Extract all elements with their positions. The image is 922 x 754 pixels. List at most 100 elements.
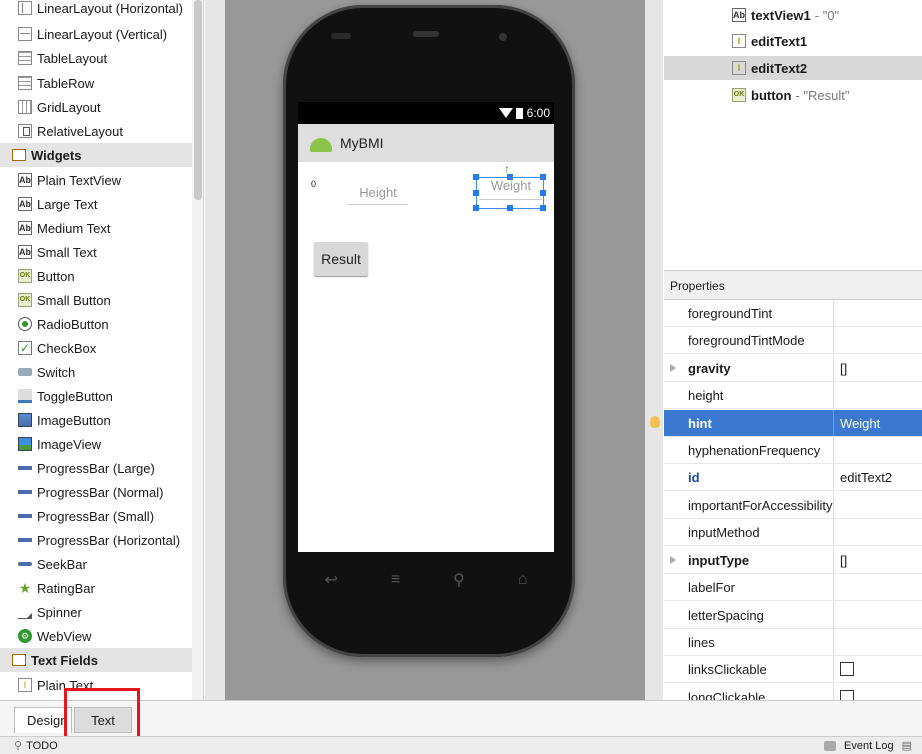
seek-bar-icon: [18, 562, 32, 566]
sensor-icon: [331, 33, 351, 39]
palette-scrollbar[interactable]: [192, 0, 204, 700]
image-view-icon: [18, 437, 32, 451]
textview-icon: Ab: [18, 197, 32, 211]
property-row[interactable]: inputMethod: [664, 519, 922, 546]
palette-item-progress-horizontal[interactable]: ProgressBar (Horizontal): [0, 528, 192, 552]
palette-item-table-layout[interactable]: TableLayout: [0, 46, 192, 70]
palette-item-webview[interactable]: ⚙ WebView: [0, 624, 192, 648]
tab-design[interactable]: Design: [14, 707, 72, 733]
button-icon: OK: [18, 269, 32, 283]
property-row-input-type[interactable]: inputType[]: [664, 547, 922, 574]
table-layout-icon: [18, 51, 32, 65]
switch-icon: [18, 368, 32, 376]
radio-button-icon: [18, 317, 32, 331]
palette-panel: LinearLayout (Horizontal) LinearLayout (…: [0, 0, 192, 700]
relative-layout-icon: [18, 124, 32, 138]
palette-item-plain-textview[interactable]: Ab Plain TextView: [0, 168, 192, 192]
palette-item-progress-large[interactable]: ProgressBar (Large): [0, 456, 192, 480]
battery-icon: [515, 107, 523, 119]
palette-item-toggle-button[interactable]: ToggleButton: [0, 384, 192, 408]
palette-item-progress-normal[interactable]: ProgressBar (Normal): [0, 480, 192, 504]
device-time: 6:00: [526, 106, 550, 120]
selection-box[interactable]: [473, 174, 546, 211]
property-row-id[interactable]: id editText2: [664, 464, 922, 491]
expand-arrow-icon[interactable]: [670, 364, 676, 372]
table-row-icon: [18, 76, 32, 90]
expand-arrow-icon[interactable]: [670, 556, 676, 564]
links-clickable-checkbox[interactable]: [840, 662, 854, 676]
textview-icon: Ab: [18, 221, 32, 235]
palette-item-medium-text[interactable]: Ab Medium Text: [0, 216, 192, 240]
rating-bar-icon: ★: [18, 580, 32, 596]
tree-item-edittext2[interactable]: IeditText2: [664, 56, 922, 80]
property-row[interactable]: hyphenationFrequency: [664, 437, 922, 464]
palette-item-spinner[interactable]: Spinner: [0, 600, 192, 624]
resize-handle[interactable]: [473, 190, 479, 196]
todo-label[interactable]: TODO: [26, 740, 58, 752]
resize-handle[interactable]: [540, 205, 546, 211]
palette-item-radio-button[interactable]: RadioButton: [0, 312, 192, 336]
palette-item-plain-text[interactable]: I Plain Text: [0, 673, 192, 697]
device-nav-bar: ↩ ≡ ⚲ ⌂: [298, 565, 554, 595]
editor-tabs: Design Text: [0, 700, 922, 736]
textview1-preview[interactable]: 0: [311, 179, 316, 189]
tree-item-edittext1[interactable]: IeditText1: [732, 29, 922, 53]
status-bar: ⚲ TODO Event Log ▤: [0, 736, 922, 754]
palette-item-rating-bar[interactable]: ★ RatingBar: [0, 576, 192, 600]
palette-item-linear-vertical[interactable]: LinearLayout (Vertical): [0, 22, 192, 46]
resize-handle[interactable]: [473, 205, 479, 211]
image-button-icon: [18, 413, 32, 427]
property-row[interactable]: labelFor: [664, 574, 922, 601]
palette-item-image-button[interactable]: ImageButton: [0, 408, 192, 432]
device-screen: 6:00 MyBMI 0 Height Weight ↑ Result: [298, 102, 554, 552]
progress-bar-icon: [18, 466, 32, 470]
palette-item-button[interactable]: OK Button: [0, 264, 192, 288]
tab-text[interactable]: Text: [74, 707, 132, 733]
device-status-bar: 6:00: [298, 102, 554, 124]
edittext1-preview[interactable]: Height: [348, 185, 408, 205]
palette-item-seek-bar[interactable]: SeekBar: [0, 552, 192, 576]
event-log[interactable]: Event Log ▤: [824, 739, 912, 752]
property-row[interactable]: linksClickable: [664, 656, 922, 683]
resize-handle[interactable]: [507, 205, 513, 211]
app-title: MyBMI: [340, 135, 384, 151]
design-canvas: 6:00 MyBMI 0 Height Weight ↑ Result ↩ ≡ …: [205, 0, 663, 700]
palette-category-text-fields[interactable]: Text Fields: [0, 648, 192, 672]
palette-item-small-button[interactable]: OK Small Button: [0, 288, 192, 312]
palette-item-table-row[interactable]: TableRow: [0, 71, 192, 95]
layout-toggle-icon[interactable]: ▤: [902, 739, 912, 752]
palette-item-grid-layout[interactable]: GridLayout: [0, 95, 192, 119]
long-clickable-checkbox[interactable]: [840, 690, 854, 700]
property-row[interactable]: importantForAccessibility: [664, 492, 922, 519]
lightbulb-icon[interactable]: [650, 416, 660, 428]
device-viewport: 6:00 MyBMI 0 Height Weight ↑ Result ↩ ≡ …: [225, 0, 645, 700]
palette-item-image-view[interactable]: ImageView: [0, 432, 192, 456]
progress-bar-icon: [18, 490, 32, 494]
tree-item-textview1[interactable]: Ab textView1- "0": [732, 3, 922, 27]
palette-scrollbar-thumb[interactable]: [194, 0, 202, 200]
palette-item-large-text[interactable]: Ab Large Text: [0, 192, 192, 216]
palette-item-relative-layout[interactable]: RelativeLayout: [0, 119, 192, 143]
resize-handle[interactable]: [540, 190, 546, 196]
palette-item-progress-small[interactable]: ProgressBar (Small): [0, 504, 192, 528]
property-row[interactable]: foregroundTint: [664, 300, 922, 327]
property-row-hint[interactable]: hint Weight: [664, 410, 922, 437]
property-row[interactable]: letterSpacing: [664, 602, 922, 629]
tree-item-button[interactable]: OK button - "Result": [732, 83, 922, 107]
palette-item-checkbox[interactable]: ✓ CheckBox: [0, 336, 192, 360]
property-row[interactable]: foregroundTintMode: [664, 327, 922, 354]
todo-icon: ⚲: [14, 740, 23, 752]
resize-handle[interactable]: [540, 174, 546, 180]
palette-category-widgets[interactable]: Widgets: [0, 143, 192, 167]
result-button-preview[interactable]: Result: [314, 242, 368, 276]
palette-item-small-text[interactable]: Ab Small Text: [0, 240, 192, 264]
palette-item-linear-horizontal[interactable]: LinearLayout (Horizontal): [0, 0, 192, 20]
property-row[interactable]: lines: [664, 629, 922, 656]
property-row-gravity[interactable]: gravity[]: [664, 355, 922, 382]
progress-bar-icon: [18, 538, 32, 542]
property-row[interactable]: longClickable: [664, 684, 922, 700]
property-row[interactable]: height: [664, 382, 922, 409]
resize-handle[interactable]: [473, 174, 479, 180]
palette-item-switch[interactable]: Switch: [0, 360, 192, 384]
layout-content[interactable]: 0 Height Weight ↑ Result: [298, 162, 554, 552]
